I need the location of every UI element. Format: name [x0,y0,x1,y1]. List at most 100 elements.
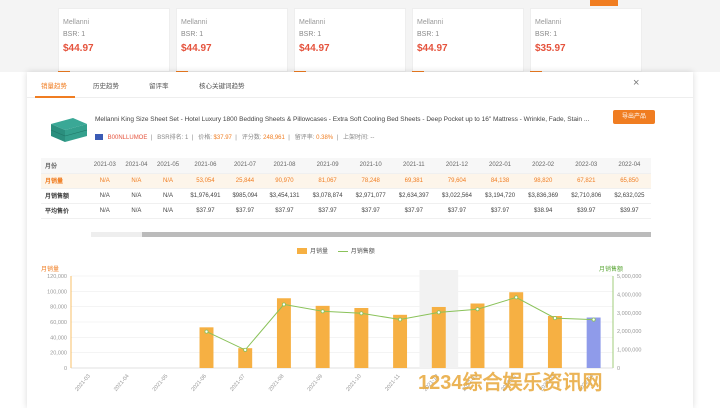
y-tick-label: 60,000 [50,320,67,326]
line-point [359,311,364,316]
table-cell: $38.94 [521,203,565,219]
table-cell: $3,454,131 [262,188,307,204]
tab-sales-trend[interactable]: 销量趋势 [41,80,67,90]
y-tick-label: 0 [64,366,67,372]
y-tick-label: 80,000 [50,305,67,311]
y-tick-label: 20,000 [50,351,67,357]
card-brand: Mellanni [535,19,562,26]
table-cell: 79,604 [435,173,479,189]
table-cell: $37.97 [306,203,350,219]
review-rate-label: 留评率: [294,135,315,141]
table-cell: $985,094 [226,188,263,204]
product-title[interactable]: Mellanni King Size Sheet Set - Hotel Lux… [95,116,615,123]
month-header: 2021-04 [120,158,153,174]
bsr-label: BSR排名: [157,135,184,141]
y-tick-label: 100,000 [47,289,67,295]
card-brand: Mellanni [299,19,326,26]
product-grid-background: Mellanni BSR: 1 $44.97 Mellanni BSR: 1 $… [0,0,720,79]
y2-tick-label: 5,000,000 [617,274,641,280]
bar [276,298,291,368]
product-card[interactable]: Mellanni BSR: 1 $44.97 [412,8,524,79]
price-label: 价格: [198,135,212,141]
y2-tick-label: 2,000,000 [617,329,641,335]
bar [315,305,330,368]
product-meta: B00NLLUMOE | BSR排名: 1 | 价格: $37.97 | 评分数… [95,132,374,141]
table-cell: $3,022,564 [435,188,479,204]
line-point [281,302,286,307]
table-cell: $3,078,874 [306,188,350,204]
tab-review-rate[interactable]: 留评率 [149,80,169,90]
line-point [514,295,519,300]
card-price: $35.97 [535,43,566,54]
table-cell: N/A [120,188,153,204]
asin-link[interactable]: B00NLLUMOE [108,135,148,141]
tab-keyword-trend[interactable]: 核心关键词趋势 [199,80,245,90]
table-cell: $2,632,025 [607,188,651,204]
table-cell: $37.97 [262,203,307,219]
table-scrollbar[interactable] [91,232,651,237]
table-row-avg-price: 平均售价 N/A N/A N/A $37.97 $37.97 $37.97 $3… [41,203,651,219]
table-row-monthly-sales: 月销量 N/A N/A N/A 53,054 25,844 90,970 81,… [41,173,651,189]
watermark-text: 1234综合娱乐资讯网 [418,372,603,394]
product-image [50,118,88,142]
bar [470,303,485,368]
line-point [436,310,441,315]
table-cell: N/A [89,188,121,204]
y2-tick-label: 0 [617,366,620,372]
modal-tabs: 销量趋势 历史趋势 留评率 核心关键词趋势 × [27,72,693,98]
table-cell: $37.97 [226,203,263,219]
rating-label: 评分数: [241,135,262,141]
table-cell: $3,194,720 [478,188,522,204]
tab-history-trend[interactable]: 历史趋势 [93,80,119,90]
monthly-sales-table: 月份 2021-03 2021-04 2021-05 2021-06 2021-… [41,158,651,219]
table-cell: $39.97 [607,203,651,219]
product-card[interactable]: Mellanni BSR: 1 $44.97 [294,8,406,79]
table-cell: $2,971,077 [349,188,393,204]
product-card[interactable]: Mellanni BSR: 1 $35.97 [530,8,642,79]
table-cell: $37.97 [478,203,522,219]
table-cell: $37.97 [349,203,393,219]
export-product-button[interactable]: 导出产品 [613,110,655,124]
x-tick-label: 2021-07 [229,373,247,392]
card-brand: Mellanni [417,19,444,26]
x-tick-label: 2021-05 [152,373,170,392]
product-card[interactable]: Mellanni BSR: 1 $44.97 [58,8,170,79]
card-price: $44.97 [63,43,94,54]
month-header: 2021-08 [262,158,307,174]
table-cell: 98,820 [521,173,565,189]
bar [431,306,446,368]
table-cell: $37.97 [183,203,227,219]
table-cell: N/A [89,173,121,189]
card-price: $44.97 [181,43,212,54]
month-header: 2021-05 [152,158,184,174]
rating-value: 248,961 [263,135,285,141]
launch-value: -- [370,135,375,141]
table-cell: $2,634,397 [392,188,436,204]
table-cell: $1,976,491 [183,188,227,204]
table-cell: N/A [89,203,121,219]
y-tick-label: 120,000 [47,274,67,280]
x-tick-label: 2021-09 [307,373,325,392]
x-tick-label: 2021-11 [384,373,401,392]
bsr-value: 1 [184,135,189,141]
month-header: 2021-11 [392,158,436,174]
table-cell: $3,836,369 [521,188,565,204]
scrollbar-thumb[interactable] [142,232,651,237]
table-cell: 53,054 [183,173,227,189]
bar [586,317,601,368]
row-label: 平均售价 [41,203,89,219]
table-cell: $2,710,806 [564,188,608,204]
bar [393,314,408,368]
product-card[interactable]: Mellanni BSR: 1 $44.97 [176,8,288,79]
price-value: $37.97 [213,135,232,141]
month-header: 2021-03 [89,158,121,174]
month-header: 2021-06 [183,158,227,174]
y-tick-label: 40,000 [50,335,67,341]
close-icon[interactable]: × [633,77,639,89]
row-label: 月销售额 [41,188,89,204]
card-brand: Mellanni [181,19,208,26]
table-cell: 69,381 [392,173,436,189]
table-row-monthly-revenue: 月销售额 N/A N/A N/A $1,976,491 $985,094 $3,… [41,188,651,204]
table-cell: 90,970 [262,173,307,189]
month-header: 2022-02 [521,158,565,174]
